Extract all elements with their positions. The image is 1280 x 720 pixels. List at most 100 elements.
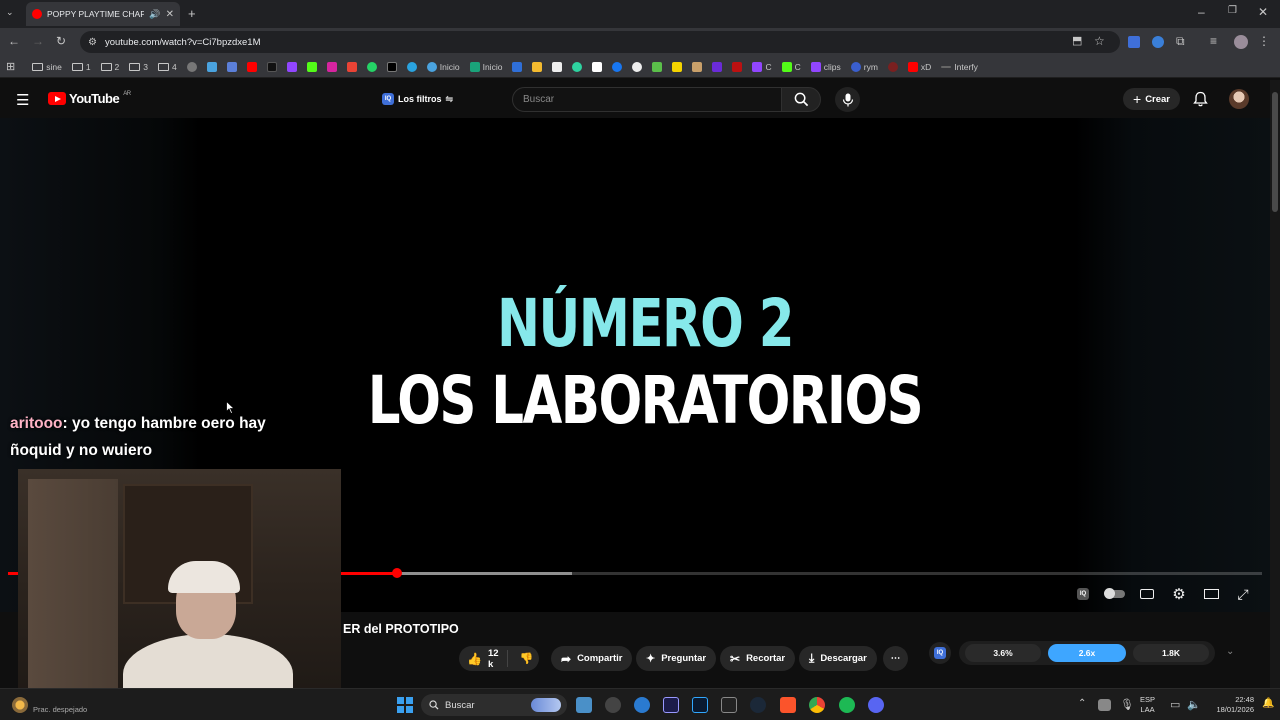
discord-icon[interactable] (868, 697, 884, 713)
bookmark-xd[interactable]: xD (905, 58, 934, 76)
bookmark-facebook[interactable] (609, 58, 625, 76)
filters-button[interactable]: IQ Los filtros ⇋ (376, 89, 459, 109)
bookmark-folder[interactable]: 3 (126, 58, 151, 76)
clock[interactable]: 22:48 18/01/2026 (1206, 695, 1254, 715)
bookmark-youtube[interactable] (244, 58, 260, 76)
chrome-icon[interactable] (809, 697, 825, 713)
bookmark-chatgpt[interactable] (184, 58, 200, 76)
translate-extension-icon[interactable] (1128, 36, 1140, 48)
dislike-button[interactable]: 👎 (514, 652, 540, 665)
window-close-icon[interactable]: ✕ (1258, 5, 1268, 19)
bookmark-folder[interactable]: sine (29, 58, 65, 76)
bookmark-c-2[interactable]: C (779, 58, 804, 76)
bookmark-binance[interactable] (529, 58, 545, 76)
bookmark-inicio-2[interactable]: Inicio (467, 58, 506, 76)
bookmark-rym[interactable]: rym (848, 58, 881, 76)
browser-menu-icon[interactable]: ⋮ (1258, 34, 1270, 48)
scrollbar-thumb[interactable] (1272, 92, 1278, 212)
weather-icon[interactable] (12, 697, 28, 713)
bookmark-whatsapp[interactable] (364, 58, 380, 76)
search-button[interactable] (781, 87, 821, 112)
iq-extension-button[interactable]: IQ (929, 642, 951, 664)
profile-avatar[interactable] (1234, 35, 1248, 49)
forward-icon[interactable]: → (32, 34, 44, 48)
autoplay-toggle-icon[interactable] (1104, 585, 1126, 603)
subtitles-icon[interactable] (1138, 585, 1156, 603)
bookmark[interactable] (669, 58, 685, 76)
photoshop-icon[interactable] (692, 697, 708, 713)
more-actions-button[interactable]: ⋯ (883, 646, 908, 671)
ask-button[interactable]: ✦ Preguntar (636, 646, 717, 671)
hamburger-menu-icon[interactable]: ☰ (16, 91, 29, 109)
speaker-icon[interactable]: 🔊 (149, 9, 160, 20)
fullscreen-icon[interactable]: ⤢ (1234, 585, 1252, 603)
bookmark[interactable] (549, 58, 565, 76)
taskbar-search[interactable]: Buscar (421, 694, 567, 716)
voice-search-button[interactable] (835, 87, 860, 112)
bookmark-clips[interactable]: clips (808, 58, 844, 76)
download-button[interactable]: ⤓ Descargar (799, 646, 877, 671)
account-avatar[interactable] (1229, 89, 1249, 109)
spotify-icon[interactable] (839, 697, 855, 713)
bookmark[interactable] (649, 58, 665, 76)
bookmark[interactable] (224, 58, 240, 76)
chevron-down-icon[interactable]: ⌄ (1226, 646, 1234, 657)
bookmark-folder[interactable]: 2 (98, 58, 123, 76)
bookmark-telegram[interactable] (404, 58, 420, 76)
bookmark[interactable] (729, 58, 745, 76)
install-app-icon[interactable]: ⬒ (1072, 34, 1082, 47)
tray-chevron-icon[interactable]: ⌃ (1078, 698, 1086, 709)
app-icon[interactable] (605, 697, 621, 713)
reload-icon[interactable]: ↻ (56, 34, 66, 48)
like-button[interactable]: 👍 12 k (459, 648, 508, 670)
notification-center-icon[interactable]: 🔔 (1262, 698, 1274, 709)
settings-gear-icon[interactable]: ⚙ (1170, 585, 1188, 603)
bookmark-twitch[interactable] (284, 58, 300, 76)
browser-tab[interactable]: POPPY PLAYTIME CHAPTER 🔊 ✕ (26, 2, 180, 26)
youtube-logo[interactable]: YouTube AR (48, 91, 131, 106)
apps-grid-icon[interactable]: ⊞ (6, 60, 15, 73)
back-icon[interactable]: ← (8, 34, 20, 48)
clip-button[interactable]: ✂ Recortar (720, 646, 796, 671)
maximize-icon[interactable]: ❐ (1228, 5, 1237, 16)
bookmark[interactable] (885, 58, 901, 76)
premiere-pro-icon[interactable] (663, 697, 679, 713)
bookmark-inicio-1[interactable]: Inicio (424, 58, 463, 76)
media-control-icon[interactable]: ≡ (1210, 34, 1217, 48)
epic-games-icon[interactable] (721, 697, 737, 713)
bookmark-gmail[interactable] (344, 58, 360, 76)
search-input[interactable]: Buscar (512, 87, 782, 112)
file-explorer-icon[interactable] (576, 697, 592, 713)
bookmark[interactable] (509, 58, 525, 76)
minimize-icon[interactable]: – (1198, 5, 1205, 19)
bookmark-c-1[interactable]: C (749, 58, 774, 76)
bookmark[interactable] (689, 58, 705, 76)
close-tab-icon[interactable]: ✕ (166, 9, 174, 20)
app-icon[interactable] (634, 697, 650, 713)
bookmark-kick[interactable] (304, 58, 320, 76)
bookmark-folder[interactable]: 4 (155, 58, 180, 76)
page-scrollbar[interactable] (1270, 80, 1280, 688)
bookmark-x[interactable] (384, 58, 400, 76)
tab-list-icon[interactable]: ⌄ (6, 7, 14, 18)
windows-start-icon[interactable] (397, 697, 413, 713)
theater-mode-icon[interactable] (1202, 585, 1220, 603)
bookmark-tiktok[interactable] (264, 58, 280, 76)
address-bar[interactable]: ⚙ youtube.com/watch?v=Ci7bpzdxe1M (80, 31, 1120, 53)
microphone-tray-icon[interactable]: 🎙 (1120, 698, 1134, 711)
language-indicator[interactable]: ESP LAA (1140, 695, 1155, 715)
network-icon[interactable]: ▭ (1170, 698, 1180, 711)
extension-icon[interactable] (1152, 36, 1164, 48)
stat-percent[interactable]: 3.6% (965, 644, 1041, 662)
bookmark[interactable] (589, 58, 605, 76)
iq-player-icon[interactable]: IQ (1074, 585, 1092, 603)
bookmark[interactable] (709, 58, 725, 76)
stat-multiplier[interactable]: 2.6x (1048, 644, 1126, 662)
bookmark-instagram[interactable] (324, 58, 340, 76)
volume-icon[interactable]: 🔈 (1187, 698, 1201, 711)
scrubber-handle[interactable] (391, 568, 402, 578)
site-info-icon[interactable]: ⚙ (88, 37, 97, 48)
bookmark-star-icon[interactable]: ☆ (1094, 34, 1105, 48)
bookmark-folder[interactable]: 1 (69, 58, 94, 76)
bookmark-interfy[interactable]: Interfy (938, 58, 981, 76)
